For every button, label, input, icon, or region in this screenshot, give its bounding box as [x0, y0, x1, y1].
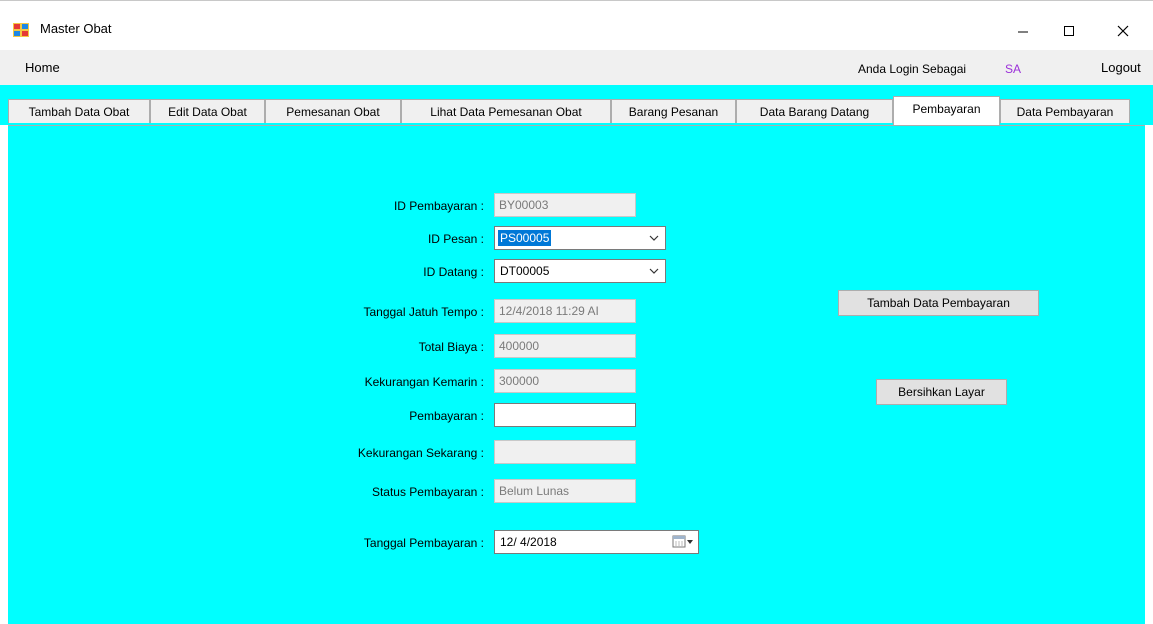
- title-bar: Master Obat: [0, 0, 1153, 50]
- tanggal-pembayaran-value: 12/ 4/2018: [500, 535, 557, 549]
- chevron-down-icon: [649, 235, 659, 241]
- id-datang-select[interactable]: DT00005: [494, 259, 666, 283]
- maximize-icon: [1064, 26, 1074, 36]
- id-pesan-value: PS00005: [498, 230, 552, 246]
- tambah-data-pembayaran-button[interactable]: Tambah Data Pembayaran: [838, 290, 1039, 316]
- menu-item-logout[interactable]: Logout: [1101, 60, 1141, 75]
- status-pembayaran-field: Belum Lunas: [494, 479, 636, 503]
- minimize-button[interactable]: [1000, 11, 1046, 51]
- minimize-icon: [1018, 31, 1028, 33]
- label-total-biaya: Total Biaya :: [418, 340, 484, 354]
- label-kekurangan-sekarang: Kekurangan Sekarang :: [357, 446, 484, 460]
- label-tanggal-pembayaran: Tanggal Pembayaran :: [363, 536, 484, 550]
- close-button[interactable]: [1100, 11, 1146, 51]
- label-status-pembayaran: Status Pembayaran :: [371, 485, 484, 499]
- tab-pembayaran[interactable]: Pembayaran: [893, 96, 1000, 125]
- menu-item-home[interactable]: Home: [25, 60, 60, 75]
- close-icon: [1117, 25, 1129, 37]
- chevron-down-icon: [649, 268, 659, 274]
- total-biaya-field: 400000: [494, 334, 636, 358]
- tanggal-jatuh-tempo-field: 12/4/2018 11:29 AI: [494, 299, 636, 323]
- tab-pemesanan-obat[interactable]: Pemesanan Obat: [265, 99, 401, 123]
- label-kekurangan-kemarin: Kekurangan Kemarin :: [364, 375, 484, 389]
- tab-data-barang-datang[interactable]: Data Barang Datang: [736, 99, 893, 123]
- label-id-datang: ID Datang :: [423, 265, 484, 279]
- id-pesan-select[interactable]: PS00005: [494, 226, 666, 250]
- kekurangan-sekarang-field: [494, 440, 636, 464]
- tab-barang-pesanan[interactable]: Barang Pesanan: [611, 99, 736, 123]
- id-datang-value: DT00005: [500, 264, 550, 278]
- label-id-pesan: ID Pesan :: [427, 232, 484, 246]
- maximize-button[interactable]: [1046, 11, 1092, 51]
- id-pembayaran-field: BY00003: [494, 193, 636, 217]
- calendar-dropdown-icon[interactable]: [672, 535, 694, 549]
- tab-lihat-data-pemesanan-obat[interactable]: Lihat Data Pemesanan Obat: [401, 99, 611, 123]
- app-window-icon: [13, 23, 29, 37]
- label-tanggal-jatuh-tempo: Tanggal Jatuh Tempo :: [363, 305, 484, 319]
- bersihkan-layar-button[interactable]: Bersihkan Layar: [876, 379, 1007, 405]
- tab-strip: Tambah Data Obat Edit Data Obat Pemesana…: [0, 85, 1153, 125]
- login-user: SA: [1005, 62, 1022, 76]
- pembayaran-input[interactable]: [494, 403, 636, 427]
- label-id-pembayaran: ID Pembayaran :: [393, 199, 484, 213]
- tanggal-pembayaran-datepicker[interactable]: 12/ 4/2018: [494, 530, 699, 554]
- tab-tambah-data-obat[interactable]: Tambah Data Obat: [8, 99, 150, 123]
- window-title: Master Obat: [40, 21, 112, 36]
- menu-bar: Home Anda Login Sebagai SA Logout: [0, 50, 1153, 85]
- kekurangan-kemarin-field: 300000: [494, 369, 636, 393]
- tab-edit-data-obat[interactable]: Edit Data Obat: [150, 99, 265, 123]
- login-label: Anda Login Sebagai: [858, 62, 967, 76]
- label-pembayaran: Pembayaran :: [409, 409, 484, 423]
- tab-data-pembayaran[interactable]: Data Pembayaran: [1000, 99, 1130, 123]
